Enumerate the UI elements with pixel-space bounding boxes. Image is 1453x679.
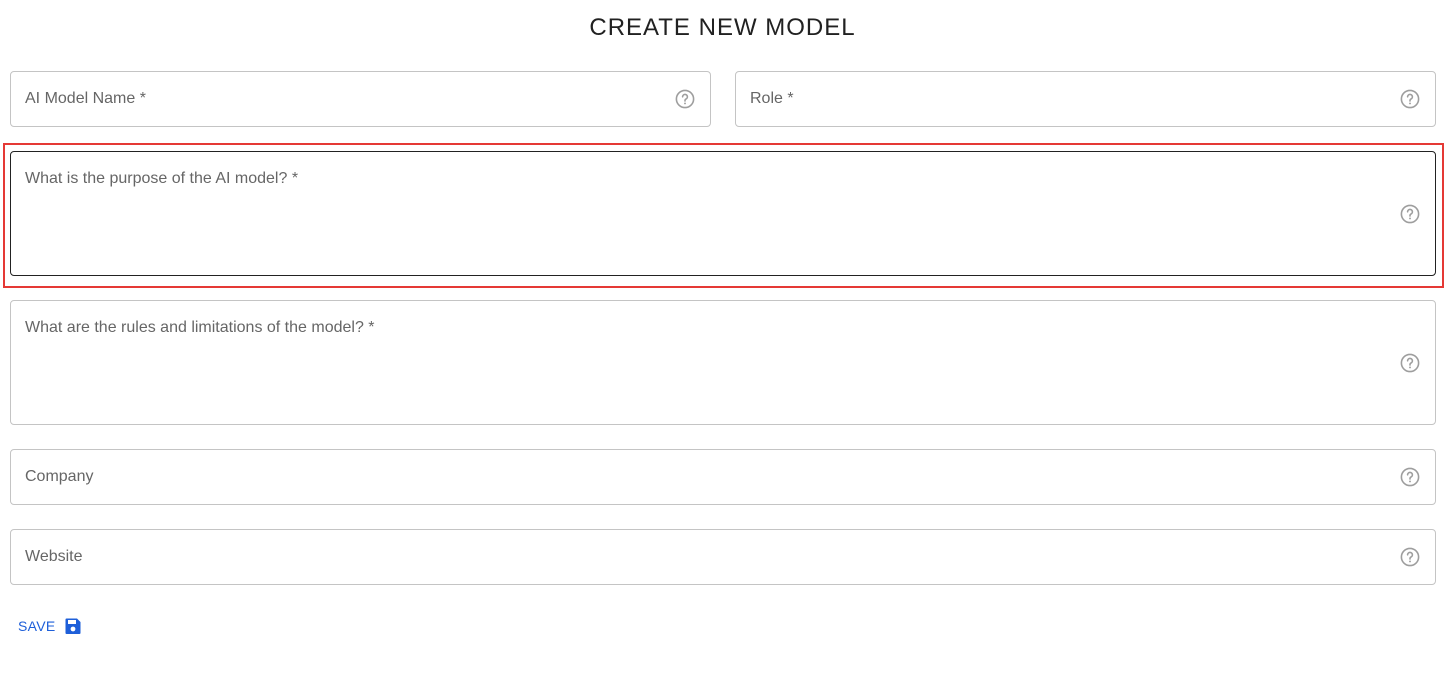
rules-textarea[interactable]: What are the rules and limitations of th… — [10, 300, 1436, 425]
model-name-field[interactable]: AI Model Name * — [10, 71, 711, 127]
website-label: Website — [25, 548, 83, 565]
floppy-disk-icon — [64, 617, 82, 635]
rules-label: What are the rules and limitations of th… — [25, 319, 375, 336]
help-icon[interactable] — [1400, 89, 1420, 109]
purpose-textarea[interactable]: What is the purpose of the AI model? * — [10, 151, 1436, 276]
page-title: CREATE NEW MODEL — [589, 14, 856, 41]
website-field[interactable]: Website — [10, 529, 1436, 585]
save-label: SAVE — [18, 618, 56, 634]
role-label: Role * — [750, 90, 794, 107]
model-name-label: AI Model Name * — [25, 90, 146, 107]
help-icon[interactable] — [1400, 547, 1420, 567]
purpose-label: What is the purpose of the AI model? * — [25, 170, 299, 187]
company-label: Company — [25, 468, 94, 485]
company-field[interactable]: Company — [10, 449, 1436, 505]
help-icon[interactable] — [1400, 353, 1420, 373]
help-icon[interactable] — [675, 89, 695, 109]
save-button[interactable]: SAVE — [18, 617, 82, 635]
help-icon[interactable] — [1400, 204, 1420, 224]
help-icon[interactable] — [1400, 467, 1420, 487]
role-field[interactable]: Role * — [735, 71, 1436, 127]
create-model-page: CREATE NEW MODEL AI Model Name * Role * … — [0, 0, 1453, 679]
